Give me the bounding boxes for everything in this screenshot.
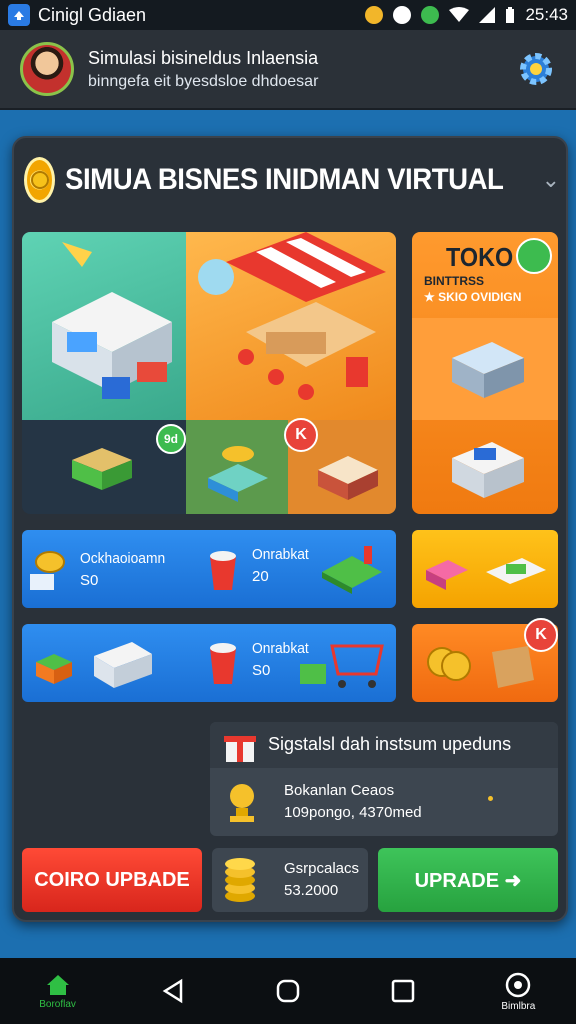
shop-row-2-side[interactable]: K xyxy=(412,618,558,702)
gift-items-icon xyxy=(426,558,546,590)
circle-home-icon xyxy=(276,979,300,1003)
nav-profile-label: Bimlbra xyxy=(501,1000,536,1012)
alert-badge[interactable]: K xyxy=(284,418,318,452)
bottom-navigation: Boroflav Bimlbra xyxy=(0,958,576,1024)
avatar[interactable] xyxy=(20,42,74,96)
coin-balance-label: Gsrpcalacs xyxy=(284,860,360,877)
nav-home[interactable]: Boroflav xyxy=(18,961,98,1021)
indicator-dot xyxy=(488,796,493,801)
header-title: Simulasi bisineldus Inlaensia xyxy=(88,47,319,68)
shopping-cart-icon xyxy=(300,644,384,688)
drink-cup-icon xyxy=(210,551,236,590)
shop-row-1-side[interactable] xyxy=(412,530,558,608)
chevron-down-icon[interactable]: ⌄ xyxy=(542,167,560,193)
toko-items-icon xyxy=(412,318,558,498)
info-line-1: Bokanlan Ceaos xyxy=(284,782,395,799)
market-stall-tile[interactable] xyxy=(186,232,396,420)
header-subtitle: binngefa eit byesdsloe dhdoesar xyxy=(88,72,319,90)
info-line-2: 109pongo, 4370med xyxy=(284,804,422,821)
toko-subtitle: BINTTRSS xyxy=(424,274,484,288)
toko-title: TOKO xyxy=(446,242,514,272)
notification-icon xyxy=(365,6,384,24)
status-bar: Cinigl Gdiaen 25:43 xyxy=(0,0,576,30)
home-icon xyxy=(46,974,69,995)
coin-gear-icon xyxy=(24,157,55,203)
back-icon xyxy=(162,978,183,1004)
gift-box-icon xyxy=(224,736,256,762)
app-icon xyxy=(8,4,30,26)
recents-icon xyxy=(391,979,415,1003)
upgrade-button[interactable]: UPRADE ➜ xyxy=(378,848,558,912)
app-header: Simulasi bisineldus Inlaensia binngefa e… xyxy=(0,30,576,110)
info-title: Sigstalsl dah instsum upeduns xyxy=(268,734,512,754)
nav-back[interactable] xyxy=(133,961,213,1021)
coin-stack-icon xyxy=(30,551,65,590)
nav-profile[interactable]: Bimlbra xyxy=(478,961,558,1021)
item-label: Ockhaoioamn xyxy=(80,550,166,567)
coin-balance-value: 53.2000 xyxy=(284,882,339,899)
profile-icon xyxy=(506,972,531,997)
drink-cup-icon xyxy=(210,643,236,684)
signal-icon xyxy=(479,7,496,23)
item-label: Onrabkat xyxy=(252,546,309,563)
status-time: 25:43 xyxy=(525,5,568,24)
app-notification-icon xyxy=(421,6,440,24)
cash-register-tile[interactable] xyxy=(186,420,288,514)
panel-header: SIMUA BISNES INIDMAN VIRTUAL ⌄ xyxy=(24,152,560,208)
business-scene[interactable]: 9d K xyxy=(22,232,396,514)
status-title: Cinigl Gdiaen xyxy=(38,4,147,25)
nav-home-button[interactable] xyxy=(248,961,328,1021)
main-panel: SIMUA BISNES INIDMAN VIRTUAL ⌄ 9d K TOKO… xyxy=(12,136,568,922)
convenience-store-tile[interactable] xyxy=(22,232,186,420)
shop-row-1[interactable]: Ockhaoioamn S0 Onrabkat 20 xyxy=(22,530,396,608)
toko-card[interactable]: TOKO BINTTRSS ★ SKIO OVIDIGN xyxy=(412,232,558,514)
battery-icon xyxy=(506,7,515,23)
panel-title: SIMUA BISNES INIDMAN VIRTUAL xyxy=(65,163,504,196)
upgrade-info-box: Sigstalsl dah instsum upeduns Bokanlan C… xyxy=(210,722,558,836)
settings-button[interactable] xyxy=(516,49,556,89)
cash-tray-icon xyxy=(322,546,382,594)
coin-stack-icon xyxy=(225,858,255,902)
item-value: 20 xyxy=(252,568,269,585)
notification-badge[interactable]: 9d xyxy=(156,424,186,454)
item-value: S0 xyxy=(80,572,99,589)
delivery-icon xyxy=(36,642,152,688)
trophy-icon xyxy=(230,784,254,822)
item-value: S0 xyxy=(252,662,271,679)
nav-home-label: Boroflav xyxy=(39,998,76,1010)
gear-icon xyxy=(520,53,552,85)
share-icon[interactable] xyxy=(516,238,552,274)
coin-balance: Gsrpcalacs 53.2000 xyxy=(212,848,368,912)
shop-row-2[interactable]: Onrabkat S0 xyxy=(22,624,396,702)
nav-recents[interactable] xyxy=(363,961,443,1021)
toko-rating: ★ SKIO OVIDIGN xyxy=(424,290,522,304)
alarm-icon xyxy=(393,6,412,24)
coin-upgrade-button[interactable]: COIRO UPBADE xyxy=(22,848,202,912)
alert-badge[interactable]: K xyxy=(524,618,558,652)
wifi-icon xyxy=(449,7,470,22)
